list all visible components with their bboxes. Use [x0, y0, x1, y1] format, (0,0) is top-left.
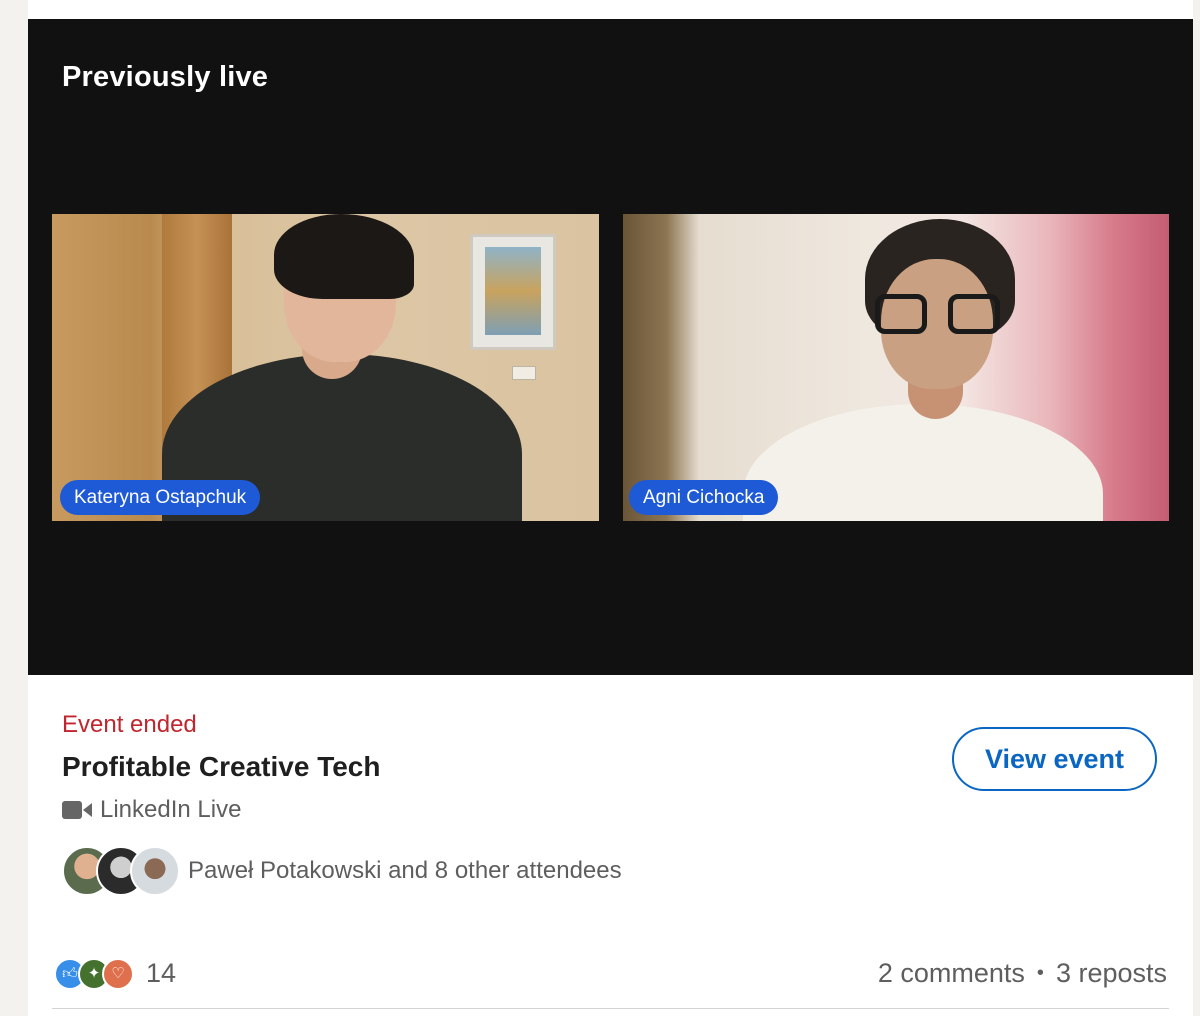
speaker-2-body: [743, 404, 1103, 521]
attendees-row[interactable]: Paweł Potakowski and 8 other attendees: [62, 846, 622, 896]
reaction-icons: 👍︎ ✦ ♡: [54, 956, 138, 990]
view-event-button[interactable]: View event: [952, 727, 1157, 791]
speaker-name-tag-1: Kateryna Ostapchuk: [60, 480, 261, 515]
previously-live-label: Previously live: [62, 61, 269, 93]
reposts-link[interactable]: 3 reposts: [1056, 958, 1167, 989]
event-post-card: Previously live Kateryna Ostapchuk Agni …: [28, 0, 1193, 1016]
event-status: Event ended: [62, 711, 197, 738]
live-video-player[interactable]: Previously live Kateryna Ostapchuk Agni …: [28, 19, 1193, 675]
separator-dot: •: [1036, 962, 1044, 984]
card-top-edge: [28, 0, 1193, 19]
speaker-name-tag-2: Agni Cichocka: [629, 480, 779, 515]
divider: [52, 1008, 1169, 1009]
reactions-summary[interactable]: 👍︎ ✦ ♡ 14: [54, 956, 176, 990]
attendee-avatars: [62, 846, 180, 896]
event-title[interactable]: Profitable Creative Tech: [62, 751, 380, 783]
attendees-text: Paweł Potakowski and 8 other attendees: [188, 857, 622, 884]
video-camera-icon: [62, 799, 92, 821]
engagement-meta: 2 comments • 3 reposts: [878, 958, 1167, 989]
speaker-video-tile-2[interactable]: [623, 214, 1169, 521]
wall-socket: [512, 366, 536, 380]
reaction-count: 14: [146, 957, 177, 988]
wall-picture: [470, 234, 556, 350]
love-icon: ♡: [102, 958, 134, 990]
event-type-label: LinkedIn Live: [100, 796, 242, 823]
speaker-1-hair: [274, 214, 414, 299]
avatar: [130, 846, 180, 896]
speaker-video-tile-1[interactable]: [52, 214, 599, 521]
comments-link[interactable]: 2 comments: [878, 958, 1025, 989]
glasses-icon: [875, 294, 1000, 336]
event-type: LinkedIn Live: [62, 796, 241, 824]
